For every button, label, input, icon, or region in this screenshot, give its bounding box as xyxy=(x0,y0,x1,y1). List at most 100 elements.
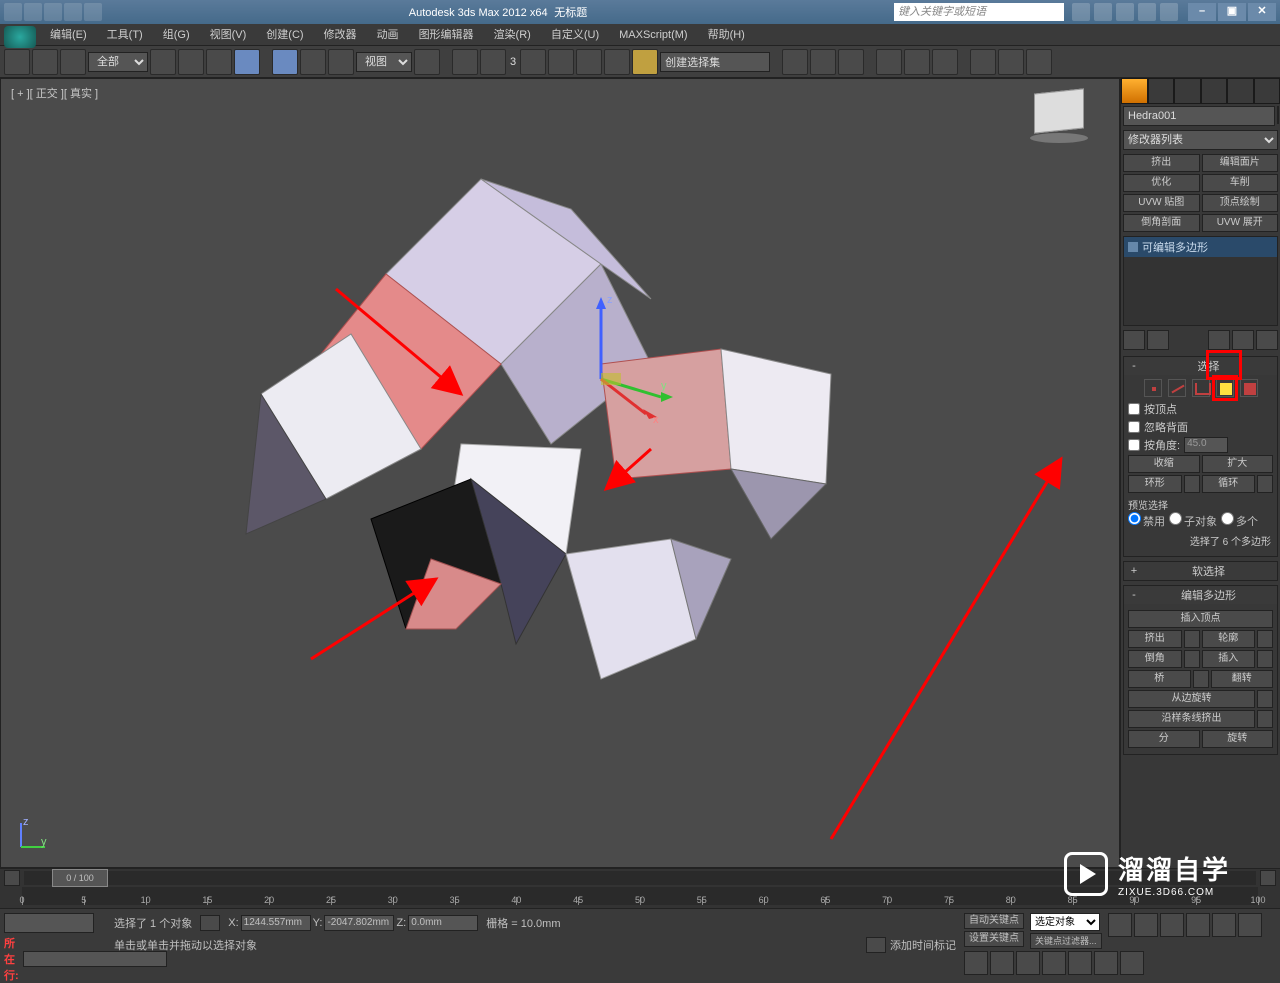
menu-views[interactable]: 视图(V) xyxy=(200,24,257,46)
goto-start-button[interactable] xyxy=(1108,913,1132,937)
subobj-border-button[interactable] xyxy=(1192,379,1210,397)
coord-z-input[interactable]: 0.0mm xyxy=(408,915,478,931)
modifier-stack[interactable]: 可编辑多边形 xyxy=(1123,236,1278,326)
favorites-icon[interactable] xyxy=(1138,3,1156,21)
next-frame-button[interactable] xyxy=(1186,913,1210,937)
select-object-button[interactable] xyxy=(150,49,176,75)
viewport-label[interactable]: [ + ][ 正交 ][ 真实 ] xyxy=(11,85,98,101)
auto-key-button[interactable]: 自动关键点 xyxy=(964,913,1024,929)
time-slider-prev[interactable] xyxy=(4,870,20,886)
keyboard-shortcut-button[interactable] xyxy=(480,49,506,75)
maximize-button[interactable]: ▣ xyxy=(1218,3,1246,21)
loop-button[interactable]: 循环 xyxy=(1202,475,1256,493)
render-setup-button[interactable] xyxy=(970,49,996,75)
bevel-settings-button[interactable] xyxy=(1184,650,1200,668)
bevel-button[interactable]: 倒角 xyxy=(1128,650,1182,668)
utilities-tab[interactable] xyxy=(1254,78,1280,104)
stack-expand-icon[interactable] xyxy=(1128,242,1138,252)
qat-undo-icon[interactable] xyxy=(64,3,82,21)
configure-sets-button[interactable] xyxy=(1256,330,1278,350)
ring-spinner[interactable] xyxy=(1184,475,1200,493)
loop-spinner[interactable] xyxy=(1257,475,1273,493)
percent-snap-button[interactable] xyxy=(576,49,602,75)
object-name-input[interactable] xyxy=(1123,106,1275,126)
application-button[interactable] xyxy=(4,26,36,48)
subobj-vertex-button[interactable] xyxy=(1144,379,1162,397)
menu-modifiers[interactable]: 修改器 xyxy=(314,24,367,46)
minimize-button[interactable]: – xyxy=(1188,3,1216,21)
remove-modifier-button[interactable] xyxy=(1232,330,1254,350)
ring-button[interactable]: 环形 xyxy=(1128,475,1182,493)
menu-edit[interactable]: 编辑(E) xyxy=(40,24,97,46)
select-move-button[interactable] xyxy=(272,49,298,75)
extrude-along-spline-button[interactable]: 沿样条线挤出 xyxy=(1128,710,1255,728)
named-sel-input[interactable] xyxy=(660,52,770,72)
extrude-settings-button[interactable] xyxy=(1184,630,1200,648)
bridge-settings-button[interactable] xyxy=(1193,670,1209,688)
subobj-edge-button[interactable] xyxy=(1168,379,1186,397)
flip-button[interactable]: 翻转 xyxy=(1211,670,1274,688)
make-unique-button[interactable] xyxy=(1208,330,1230,350)
shrink-button[interactable]: 收缩 xyxy=(1128,455,1200,473)
subscription-icon[interactable] xyxy=(1094,3,1112,21)
play-button[interactable] xyxy=(1160,913,1184,937)
preset-vertex-paint[interactable]: 顶点绘制 xyxy=(1202,194,1279,212)
bind-spacewarp-button[interactable] xyxy=(60,49,86,75)
mirror-button[interactable] xyxy=(782,49,808,75)
menu-group[interactable]: 组(G) xyxy=(153,24,200,46)
angle-spinner[interactable]: 45.0 xyxy=(1184,437,1228,453)
lock-selection-button[interactable] xyxy=(200,915,220,931)
select-by-name-button[interactable] xyxy=(178,49,204,75)
coord-x-input[interactable]: 1244.557mm xyxy=(241,915,311,931)
selection-filter-dropdown[interactable]: 全部 xyxy=(88,52,148,72)
menu-help[interactable]: 帮助(H) xyxy=(698,24,755,46)
extrude-spline-settings-button[interactable] xyxy=(1257,710,1273,728)
time-config-button[interactable] xyxy=(1238,913,1262,937)
menu-maxscript[interactable]: MAXScript(M) xyxy=(609,24,697,46)
select-region-button[interactable] xyxy=(206,49,232,75)
close-button[interactable]: ✕ xyxy=(1248,3,1276,21)
show-end-result-button[interactable] xyxy=(1147,330,1169,350)
mini-listener[interactable] xyxy=(4,913,94,933)
pin-stack-button[interactable] xyxy=(1123,330,1145,350)
menu-tools[interactable]: 工具(T) xyxy=(97,24,153,46)
preset-uvw-map[interactable]: UVW 贴图 xyxy=(1123,194,1200,212)
rotate-button[interactable]: 旋转 xyxy=(1202,730,1274,748)
soft-selection-header[interactable]: +软选择 xyxy=(1124,562,1277,580)
modify-tab[interactable] xyxy=(1148,78,1175,104)
menu-create[interactable]: 创建(C) xyxy=(256,24,313,46)
zoom-all-button[interactable] xyxy=(1042,951,1066,975)
add-time-tag-label[interactable]: 添加时间标记 xyxy=(890,937,956,953)
modifier-list-dropdown[interactable]: 修改器列表 xyxy=(1123,130,1278,150)
pivot-button[interactable] xyxy=(414,49,440,75)
max-viewport-button[interactable] xyxy=(1120,951,1144,975)
edit-polygons-header[interactable]: -编辑多边形 xyxy=(1124,586,1277,604)
inset-button[interactable]: 插入 xyxy=(1202,650,1256,668)
hinge-from-edge-button[interactable]: 从边旋转 xyxy=(1128,690,1255,708)
curve-editor-button[interactable] xyxy=(876,49,902,75)
by-angle-checkbox[interactable] xyxy=(1128,439,1140,451)
insert-vertex-button[interactable]: 插入顶点 xyxy=(1128,610,1273,628)
by-vertex-checkbox[interactable] xyxy=(1128,403,1140,415)
goto-end-button[interactable] xyxy=(1212,913,1236,937)
material-editor-button[interactable] xyxy=(932,49,958,75)
preset-bevel-profile[interactable]: 倒角剖面 xyxy=(1123,214,1200,232)
preset-extrude[interactable]: 挤出 xyxy=(1123,154,1200,172)
menu-rendering[interactable]: 渲染(R) xyxy=(484,24,541,46)
help-icon[interactable] xyxy=(1160,3,1178,21)
arc-rotate-button[interactable] xyxy=(990,951,1014,975)
preview-multi-radio[interactable]: 多个 xyxy=(1221,512,1258,529)
select-manipulate-button[interactable] xyxy=(452,49,478,75)
fov-button[interactable] xyxy=(1094,951,1118,975)
exchange-icon[interactable] xyxy=(1116,3,1134,21)
motion-tab[interactable] xyxy=(1201,78,1228,104)
render-button[interactable] xyxy=(1026,49,1052,75)
select-rotate-button[interactable] xyxy=(300,49,326,75)
bridge-button[interactable]: 桥 xyxy=(1128,670,1191,688)
coord-y-input[interactable]: -2047.802mm xyxy=(324,915,394,931)
qat-redo-icon[interactable] xyxy=(84,3,102,21)
extrude-button[interactable]: 挤出 xyxy=(1128,630,1182,648)
rendered-frame-button[interactable] xyxy=(998,49,1024,75)
split-button[interactable]: 分 xyxy=(1128,730,1200,748)
key-filters-button[interactable]: 关键点过滤器... xyxy=(1030,933,1102,949)
